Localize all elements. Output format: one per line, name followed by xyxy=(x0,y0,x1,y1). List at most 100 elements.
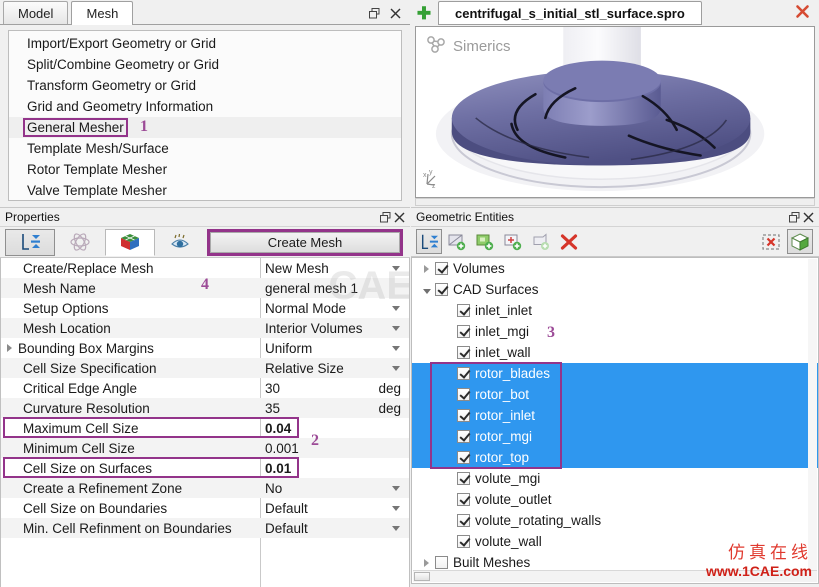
property-value-cell[interactable]: general mesh 1 xyxy=(260,281,409,296)
eye-icon[interactable] xyxy=(155,229,205,256)
property-row[interactable]: Cell Size on Boundaries Default xyxy=(1,498,409,518)
property-value-cell[interactable]: 35 deg xyxy=(260,401,409,416)
geometric-entities-tree[interactable]: Volumes CAD Surfaces inlet_inlet inlet_mgi i… xyxy=(411,257,819,584)
visibility-checkbox[interactable] xyxy=(457,325,470,338)
property-row[interactable]: Create/Replace Mesh New Mesh xyxy=(1,258,409,278)
property-row[interactable]: Minimum Cell Size 0.001 xyxy=(1,438,409,458)
chevron-down-icon[interactable] xyxy=(392,365,400,371)
add-group-icon[interactable] xyxy=(472,229,498,254)
expand-triangle-icon[interactable] xyxy=(7,344,12,352)
copy-entity-icon[interactable] xyxy=(528,229,554,254)
property-value-cell[interactable]: Relative Size xyxy=(260,361,409,376)
tree-node[interactable]: rotor_bot xyxy=(412,384,818,405)
property-row[interactable]: Create a Refinement Zone No xyxy=(1,478,409,498)
chevron-down-icon[interactable] xyxy=(392,325,400,331)
chevron-down-icon[interactable] xyxy=(392,485,400,491)
menu-item-valve-template-mesher[interactable]: Valve Template Mesher xyxy=(9,180,401,200)
property-value-cell[interactable]: Default xyxy=(260,521,409,536)
close-icon[interactable] xyxy=(801,210,815,224)
atom-icon[interactable] xyxy=(55,229,105,256)
menu-item-rotor-template-mesher[interactable]: Rotor Template Mesher xyxy=(9,159,401,180)
menu-item-general-mesher[interactable]: General Mesher xyxy=(9,117,401,138)
property-row[interactable]: Cell Size Specification Relative Size xyxy=(1,358,409,378)
property-value-cell[interactable]: 0.04 xyxy=(260,421,409,436)
close-icon[interactable] xyxy=(388,6,402,20)
chevron-closed-icon[interactable] xyxy=(418,559,435,567)
property-value-cell[interactable]: No xyxy=(260,481,409,496)
rgb-cube-icon[interactable] xyxy=(105,228,155,256)
restore-icon[interactable] xyxy=(787,210,801,224)
tree-node[interactable]: inlet_inlet xyxy=(412,300,818,321)
close-icon[interactable] xyxy=(392,210,406,224)
menu-item-import-export-geometry[interactable]: Import/Export Geometry or Grid xyxy=(9,33,401,54)
tree-node[interactable]: volute_outlet xyxy=(412,489,818,510)
property-value-cell[interactable]: 0.01 xyxy=(260,461,409,476)
chevron-down-icon[interactable] xyxy=(392,305,400,311)
delete-entity-icon[interactable] xyxy=(556,229,582,254)
visibility-checkbox[interactable] xyxy=(457,409,470,422)
chevron-down-icon[interactable] xyxy=(392,345,400,351)
tree-node[interactable]: Volumes xyxy=(412,258,818,279)
tree-node[interactable]: rotor_mgi xyxy=(412,426,818,447)
property-value-cell[interactable]: Default xyxy=(260,501,409,516)
property-row[interactable]: Cell Size on Surfaces 0.01 xyxy=(1,458,409,478)
property-row[interactable]: Critical Edge Angle 30 deg xyxy=(1,378,409,398)
tree-node[interactable]: inlet_mgi xyxy=(412,321,818,342)
restore-icon[interactable] xyxy=(367,6,381,20)
tree-node[interactable]: volute_wall xyxy=(412,531,818,552)
menu-item-transform-geometry[interactable]: Transform Geometry or Grid xyxy=(9,75,401,96)
property-value-cell[interactable]: Uniform xyxy=(260,341,409,356)
show-solid-icon[interactable] xyxy=(787,229,813,254)
hide-selection-icon[interactable] xyxy=(758,229,784,254)
visibility-checkbox[interactable] xyxy=(457,451,470,464)
visibility-checkbox[interactable] xyxy=(457,472,470,485)
property-value-cell[interactable]: New Mesh xyxy=(260,261,409,276)
tree-node[interactable]: rotor_top xyxy=(412,447,818,468)
visibility-checkbox[interactable] xyxy=(457,493,470,506)
layers-icon[interactable] xyxy=(5,228,55,256)
create-mesh-button[interactable]: Create Mesh xyxy=(210,232,400,253)
chevron-closed-icon[interactable] xyxy=(418,265,435,273)
property-row[interactable]: Bounding Box Margins Uniform xyxy=(1,338,409,358)
tab-mesh[interactable]: Mesh xyxy=(71,1,134,25)
visibility-checkbox[interactable] xyxy=(457,367,470,380)
add-surface-icon[interactable] xyxy=(444,229,470,254)
property-value-cell[interactable]: Normal Mode xyxy=(260,301,409,316)
tree-node[interactable]: rotor_blades xyxy=(412,363,818,384)
property-row[interactable]: Curvature Resolution 35 deg xyxy=(1,398,409,418)
tree-node[interactable]: inlet_wall xyxy=(412,342,818,363)
property-value-cell[interactable]: 30 deg xyxy=(260,381,409,396)
visibility-checkbox[interactable] xyxy=(457,304,470,317)
3d-viewport[interactable]: Simerics x y z xyxy=(415,26,815,198)
visibility-checkbox[interactable] xyxy=(457,388,470,401)
visibility-checkbox[interactable] xyxy=(435,283,448,296)
tree-vertical-scrollbar[interactable] xyxy=(808,259,817,570)
property-row[interactable]: Min. Cell Refinment on Boundaries Default xyxy=(1,518,409,538)
add-box-icon[interactable] xyxy=(500,229,526,254)
tree-node[interactable]: volute_rotating_walls xyxy=(412,510,818,531)
viewport-horizontal-scrollbar[interactable] xyxy=(415,198,815,206)
chevron-open-icon[interactable] xyxy=(418,286,435,294)
chevron-down-icon[interactable] xyxy=(392,265,400,271)
close-icon[interactable] xyxy=(795,4,810,22)
menu-item-template-mesh-surface[interactable]: Template Mesh/Surface xyxy=(9,138,401,159)
chevron-down-icon[interactable] xyxy=(392,505,400,511)
tree-node[interactable]: rotor_inlet xyxy=(412,405,818,426)
scrollbar-thumb[interactable] xyxy=(414,572,430,581)
tab-model[interactable]: Model xyxy=(3,1,69,24)
tree-node[interactable]: volute_mgi xyxy=(412,468,818,489)
menu-item-grid-geometry-information[interactable]: Grid and Geometry Information xyxy=(9,96,401,117)
visibility-checkbox[interactable] xyxy=(457,430,470,443)
visibility-checkbox[interactable] xyxy=(457,346,470,359)
visibility-checkbox[interactable] xyxy=(457,535,470,548)
tree-horizontal-scrollbar[interactable] xyxy=(413,570,817,582)
menu-item-split-combine-geometry[interactable]: Split/Combine Geometry or Grid xyxy=(9,54,401,75)
chevron-down-icon[interactable] xyxy=(392,525,400,531)
visibility-checkbox[interactable] xyxy=(457,514,470,527)
property-row[interactable]: Mesh Location Interior Volumes xyxy=(1,318,409,338)
document-tab[interactable]: centrifugal_s_initial_stl_surface.spro xyxy=(438,1,702,25)
property-row[interactable]: Setup Options Normal Mode xyxy=(1,298,409,318)
plus-icon[interactable]: ✚ xyxy=(414,3,434,23)
visibility-checkbox[interactable] xyxy=(435,262,448,275)
property-value-cell[interactable]: Interior Volumes xyxy=(260,321,409,336)
